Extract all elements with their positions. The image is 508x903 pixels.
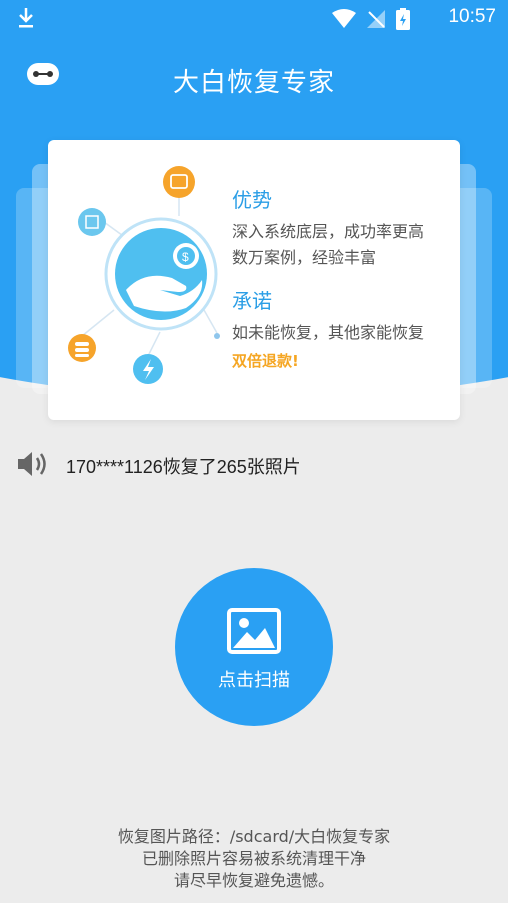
status-time: 10:57 [448,6,496,27]
wallet-icon [163,166,195,198]
recovery-notice: 170****1126恢复了265张照片 [16,450,301,482]
footer-advice-text: 请尽早恢复避免遗憾。 [173,871,334,890]
no-signal-icon [366,9,386,33]
svg-text:$: $ [182,250,189,264]
battery-icon [396,8,410,34]
download-icon [16,6,36,34]
advantage-title: 优势 [232,188,272,212]
scan-button[interactable]: 点击扫描 [175,568,333,726]
coins-icon [68,334,96,362]
page-title: 大白恢复专家 [172,68,335,98]
recovery-path-text: 恢复图片路径：/sdcard/大白恢复专家 [117,827,391,846]
footer-info: 恢复图片路径：/sdcard/大白恢复专家 已删除照片容易被系统清理干净 请尽早… [0,826,508,892]
title-bar: 大白恢复专家 [0,50,508,110]
wifi-icon [332,9,356,33]
refund-highlight: 双倍退款! [232,352,299,370]
promise-line: 如未能恢复，其他家能恢复 [232,323,425,342]
scan-label: 点击扫描 [218,670,290,691]
image-icon [227,608,281,658]
advantage-line: 数万案例，经验丰富 [232,248,377,267]
advantage-line: 深入系统底层，成功率更高 [232,222,425,241]
promo-card: $ 优势 深入系统底层，成功率更高 数万案例，经验丰富 承诺 如未能恢复，其他家… [48,140,460,420]
cube-icon [78,208,106,236]
lightning-icon [133,354,163,384]
notice-text: 170****1126恢复了265张照片 [66,457,301,477]
status-bar: 10:57 [0,0,508,36]
promise-title: 承诺 [232,289,272,313]
recovery-illustration: $ [68,166,220,384]
footer-warning-text: 已删除照片容易被系统清理干净 [141,849,366,868]
speaker-icon [16,450,48,482]
